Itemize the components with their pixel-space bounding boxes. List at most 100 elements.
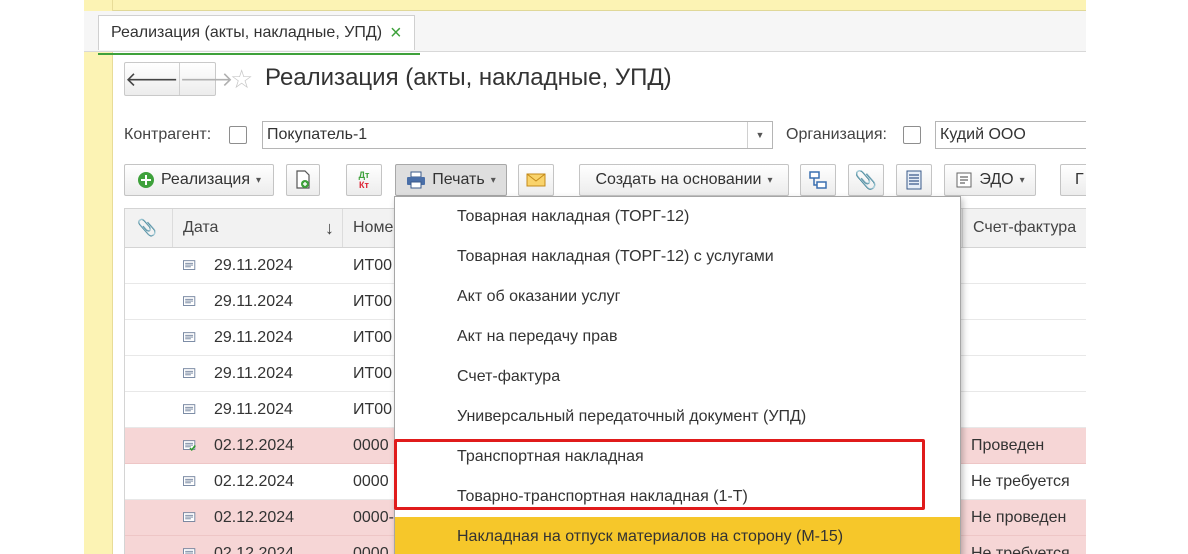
document-icon (183, 404, 196, 414)
sort-desc-icon: ↓ (325, 217, 334, 238)
envelope-icon (526, 173, 546, 187)
row-date: 29.11.2024 (214, 329, 293, 346)
row-date: 02.12.2024 (214, 509, 295, 526)
attachments-button[interactable]: 📎 (848, 164, 884, 196)
row-number: ИТ00 (353, 257, 393, 274)
print-menu-item[interactable]: Счет-фактура (395, 357, 960, 397)
tab-realization[interactable]: Реализация (акты, накладные, УПД) × (98, 15, 415, 50)
edo-icon (956, 172, 972, 188)
print-menu-item[interactable]: Товарно-транспортная накладная (1-Т) (395, 477, 960, 517)
history-nav: 🡐 🡒 (124, 62, 233, 96)
row-number: ИТ00 (353, 293, 393, 310)
more-button-label: Г (1075, 171, 1084, 188)
row-number: 0000- (353, 509, 394, 526)
row-invoice-status: Не требуется (971, 545, 1070, 554)
organization-label: Организация: (786, 126, 887, 143)
document-icon (183, 368, 196, 378)
print-button[interactable]: Печать ▾ (395, 164, 507, 196)
printer-icon (407, 171, 426, 189)
row-date: 29.11.2024 (214, 365, 293, 382)
organization-value: Кудий ООО (940, 126, 1026, 143)
row-invoice-status: Проведен (971, 437, 1045, 454)
organization-field[interactable]: Кудий ООО (935, 121, 1086, 149)
chevron-down-icon: ▾ (490, 174, 496, 186)
favorite-star-icon[interactable]: ☆ (230, 64, 253, 95)
document-icon (183, 332, 196, 342)
paperclip-icon: 📎 (137, 220, 157, 237)
copy-button[interactable] (286, 164, 320, 196)
invoice-header-label: Счет-фактура (973, 219, 1077, 236)
chevron-down-icon: ▾ (767, 174, 773, 186)
plus-circle-icon (137, 172, 154, 188)
counterparty-checkbox[interactable] (229, 126, 247, 144)
document-icon (183, 440, 196, 451)
page-title: Реализация (акты, накладные, УПД) (265, 64, 672, 91)
document-icon (183, 512, 196, 522)
print-menu-item[interactable]: Акт об оказании услуг (395, 277, 960, 317)
date-header-label: Дата (183, 219, 219, 236)
document-icon (183, 548, 196, 554)
list-icon (906, 170, 922, 190)
back-arrow-icon[interactable]: 🡐 (125, 63, 179, 95)
row-date: 02.12.2024 (214, 437, 295, 454)
print-menu-item[interactable]: Накладная на отпуск материалов на сторон… (395, 517, 960, 554)
row-number: 0000 (353, 545, 389, 554)
dropdown-arrow-icon[interactable]: ▼ (747, 122, 772, 148)
chevron-down-icon: ▾ (1019, 174, 1025, 186)
tab-title: Реализация (акты, накладные, УПД) (111, 24, 383, 41)
counterparty-label: Контрагент: (124, 126, 212, 143)
row-number: ИТ00 (353, 329, 393, 346)
forward-arrow-icon[interactable]: 🡒 (178, 63, 233, 95)
tab-bar: Реализация (акты, накладные, УПД) × (84, 11, 1086, 55)
document-icon (183, 476, 196, 486)
document-icon (183, 260, 196, 270)
realization-button-label: Реализация (160, 171, 250, 188)
row-number: ИТ00 (353, 365, 393, 382)
organization-checkbox[interactable] (903, 126, 921, 144)
print-button-label: Печать (432, 171, 485, 188)
row-date: 29.11.2024 (214, 401, 293, 418)
date-column-header[interactable]: Дата ↓ (173, 209, 343, 247)
edo-label: ЭДО (979, 171, 1014, 188)
row-date: 29.11.2024 (214, 257, 293, 274)
row-number: 0000 (353, 473, 389, 490)
print-menu-item[interactable]: Товарная накладная (ТОРГ-12) (395, 197, 960, 237)
number-header-label: Номе (353, 219, 394, 236)
hierarchy-icon (809, 171, 827, 189)
kt-label: Кт (359, 180, 369, 190)
attachment-column-header[interactable]: 📎 (125, 209, 173, 247)
app-window: Реализация (акты, накладные, УПД) × 🡐 🡒 … (84, 0, 1086, 554)
row-invoice-status: Не требуется (971, 473, 1070, 490)
realization-create-button[interactable]: Реализация ▾ (124, 164, 274, 196)
structure-button[interactable] (800, 164, 836, 196)
list-settings-button[interactable] (896, 164, 932, 196)
email-button[interactable] (518, 164, 554, 196)
active-tab-indicator (98, 53, 420, 55)
top-panel-strip (84, 0, 1086, 11)
print-menu-item[interactable]: Акт на передачу прав (395, 317, 960, 357)
edo-button[interactable]: ЭДО ▾ (944, 164, 1036, 196)
print-menu-item[interactable]: Товарная накладная (ТОРГ-12) с услугами (395, 237, 960, 277)
create-based-on-button[interactable]: Создать на основании ▾ (579, 164, 789, 196)
print-menu-item[interactable]: Транспортная накладная (395, 437, 960, 477)
row-date: 02.12.2024 (214, 473, 295, 490)
counterparty-value: Покупатель-1 (267, 126, 368, 143)
invoice-column-header[interactable]: Счет-фактура (963, 209, 1086, 247)
print-dropdown-menu: Товарная накладная (ТОРГ-12) Товарная нак… (394, 196, 961, 554)
copy-add-icon (296, 170, 310, 189)
row-invoice-status: Не проведен (971, 509, 1067, 526)
row-number: ИТ00 (353, 401, 393, 418)
row-date: 29.11.2024 (214, 293, 293, 310)
document-icon (183, 296, 196, 306)
print-menu-item[interactable]: Универсальный передаточный документ (УПД… (395, 397, 960, 437)
close-icon[interactable]: × (390, 23, 402, 43)
more-button[interactable]: Г (1060, 164, 1086, 196)
paperclip-icon: 📎 (854, 169, 878, 190)
dt-label: Дт (358, 170, 370, 180)
row-date: 02.12.2024 (214, 545, 295, 554)
row-number: 0000 (353, 437, 389, 454)
left-panel-strip (84, 0, 113, 554)
create-based-on-label: Создать на основании (595, 171, 762, 188)
dt-kt-button[interactable]: Дт Кт (346, 164, 382, 196)
counterparty-field[interactable]: Покупатель-1 ▼ (262, 121, 773, 149)
